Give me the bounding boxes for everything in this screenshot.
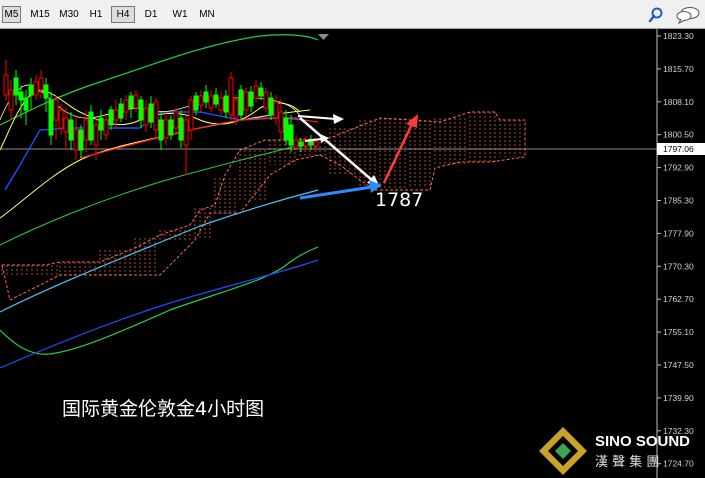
timeframe-h4[interactable]: H4 [111, 6, 135, 23]
candle-down [103, 119, 109, 136]
candle-down [93, 124, 99, 146]
candle-up [178, 117, 184, 141]
candle-up [213, 94, 219, 105]
candle-up [298, 141, 304, 147]
candle-down [313, 141, 319, 147]
candle-down [123, 99, 129, 113]
price-tick-label: 1724.70 [663, 459, 694, 469]
candle-down [273, 101, 279, 119]
candle-down [8, 89, 14, 111]
candle-down [83, 119, 89, 141]
timeframe-m5[interactable]: M5 [2, 6, 21, 23]
candle-up [148, 103, 154, 123]
target-price-label: 1787 [375, 189, 423, 211]
price-tick-label: 1815.70 [663, 64, 694, 74]
candle-up [248, 91, 254, 107]
candle-down [263, 91, 269, 109]
timeframe-h1[interactable]: H1 [87, 6, 105, 23]
candle-down [58, 109, 64, 129]
candle-down [198, 95, 204, 106]
timeframe-d1[interactable]: D1 [142, 6, 160, 23]
candle-down [228, 77, 234, 116]
timeframe-w1[interactable]: W1 [169, 6, 191, 23]
current-price-label: 1797.06 [663, 144, 694, 154]
price-tick-label: 1777.90 [663, 228, 694, 238]
candle-down [163, 119, 169, 139]
candle-down [278, 111, 284, 133]
candle-down [63, 117, 69, 133]
candle-down [153, 101, 159, 131]
price-tick-label: 1732.30 [663, 426, 694, 436]
candle-up [258, 87, 264, 97]
timeframe-mn[interactable]: MN [196, 6, 218, 23]
chat-bubbles-icon[interactable] [676, 5, 702, 25]
candle-up [18, 91, 24, 101]
candle-up [88, 111, 94, 141]
candle-up [158, 119, 164, 141]
candle-up [128, 95, 134, 109]
candle-up [238, 89, 244, 116]
candle-down [188, 99, 194, 131]
candle-up [23, 97, 29, 111]
candle-down [38, 77, 44, 91]
price-tick-label: 1785.30 [663, 196, 694, 206]
candle-up [78, 129, 84, 151]
timeframe-m15[interactable]: M15 [28, 6, 52, 23]
price-tick-label: 1762.70 [663, 294, 694, 304]
candle-down [218, 97, 224, 111]
price-tick-label: 1747.50 [663, 360, 694, 370]
candle-up [98, 117, 104, 131]
timeframe-toolbar: M5 M15 M30 H1 H4 D1 W1 MN [0, 0, 705, 29]
candle-down [53, 99, 59, 121]
candle-up [223, 95, 229, 113]
price-tick-label: 1770.30 [663, 261, 694, 271]
candle-up [268, 97, 274, 116]
price-chart[interactable]: 1787 国际黄金伦敦金4小时图 SINO SOUND 漢 聲 集 團 1823… [0, 29, 705, 478]
candle-up [168, 119, 174, 136]
candle-down [208, 95, 214, 109]
candle-up [288, 124, 294, 146]
candle-up [43, 84, 49, 99]
candle-up [13, 77, 19, 96]
candle-up [68, 119, 74, 141]
candle-down [243, 91, 249, 111]
price-tick-label: 1800.50 [663, 130, 694, 140]
candle-down [113, 109, 119, 121]
candle-up [118, 103, 124, 119]
candle-down [143, 107, 149, 126]
price-axis: 1823.30 1815.70 1808.10 1800.50 1792.90 1785.… [657, 31, 705, 469]
candle-down [293, 139, 299, 149]
trading-terminal: M5 M15 M30 H1 H4 D1 W1 MN 1787 国际黄金伦敦金4小… [0, 0, 705, 478]
price-tick-label: 1792.90 [663, 163, 694, 173]
search-icon[interactable] [647, 5, 669, 25]
price-tick-label: 1808.10 [663, 97, 694, 107]
candle-down [3, 74, 9, 96]
chart-caption: 国际黄金伦敦金4小时图 [62, 398, 264, 420]
candle-up [193, 95, 199, 111]
logo-chinese-text: 漢 聲 集 團 [595, 454, 659, 470]
candle-up [138, 99, 144, 121]
timeframe-m30[interactable]: M30 [57, 6, 81, 23]
candle-up [48, 99, 54, 136]
candle-down [73, 129, 79, 151]
candle-down [233, 99, 239, 119]
candle-down [133, 94, 139, 109]
price-tick-label: 1755.10 [663, 327, 694, 337]
price-tick-label: 1823.30 [663, 31, 694, 41]
candle-down [183, 119, 189, 146]
candle-down [253, 85, 259, 99]
price-tick-label: 1739.90 [663, 393, 694, 403]
candle-up [108, 109, 114, 126]
candle-up [28, 84, 34, 96]
candle-down [173, 111, 179, 129]
candle-up [283, 117, 289, 141]
candle-up [203, 91, 209, 103]
candle-down [33, 81, 39, 96]
